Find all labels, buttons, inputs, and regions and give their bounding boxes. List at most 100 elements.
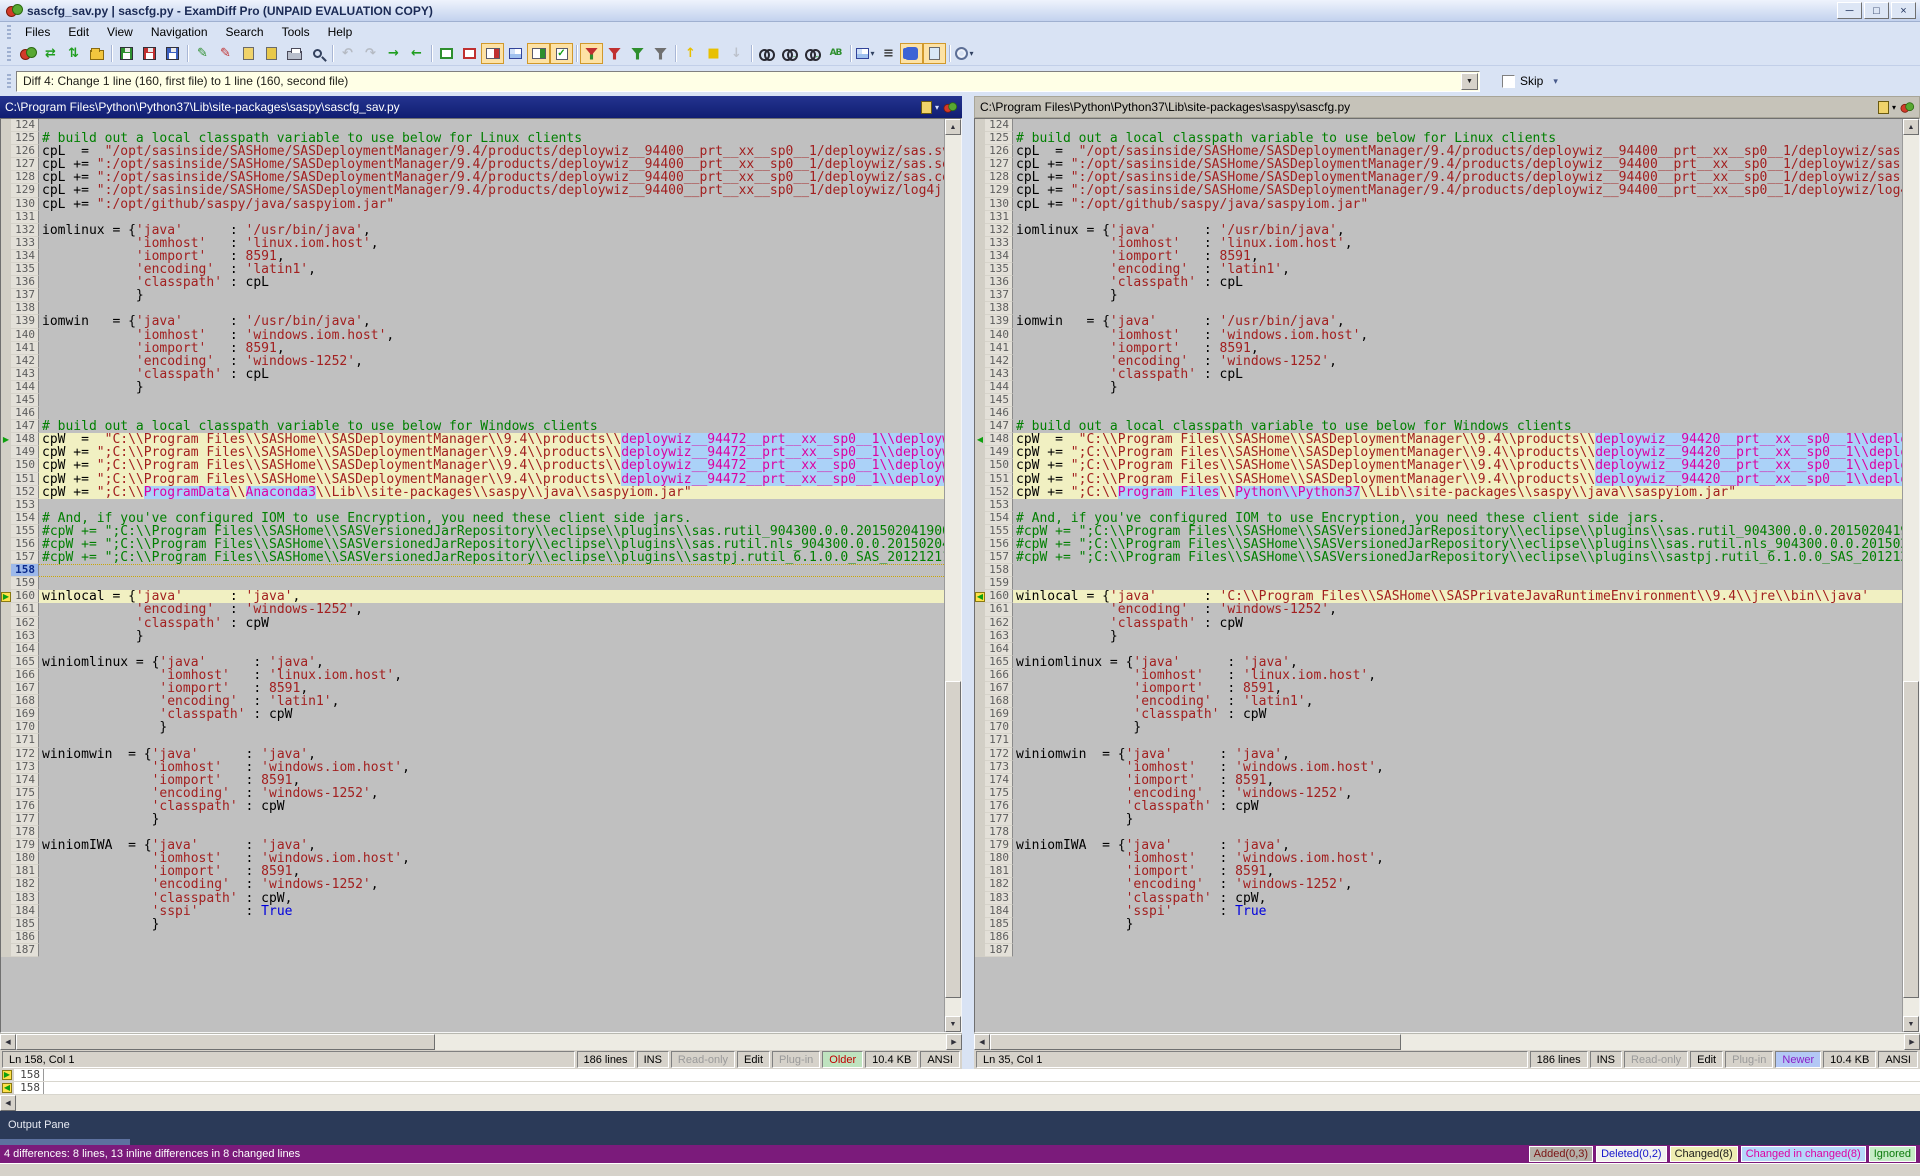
code-line-172[interactable]: 172winiomwin = {'java' : 'java', [1, 748, 944, 761]
code-line-129[interactable]: 129cpL += ":/opt/sasinside/SASHome/SASDe… [1, 184, 944, 197]
print-preview-button[interactable] [306, 43, 329, 64]
code-line-133[interactable]: 133 'iomhost' : 'linux.iom.host', [1, 237, 944, 250]
code-line-157[interactable]: 157#cpW += ";C:\\Program Files\\SASHome\… [975, 551, 1902, 564]
first-file-horizontal-scrollbar[interactable]: ◀ ▶ [0, 1033, 962, 1050]
scroll-left-icon[interactable]: ◀ [974, 1034, 990, 1050]
close-button[interactable]: × [1891, 2, 1916, 19]
match-case-button[interactable]: AB [824, 43, 847, 64]
code-line-174[interactable]: 174 'iomport' : 8591, [975, 774, 1902, 787]
code-line-165[interactable]: 165winiomlinux = {'java' : 'java', [1, 656, 944, 669]
code-line-181[interactable]: 181 'iomport' : 8591, [975, 865, 1902, 878]
current-difference-button[interactable]: ■ [702, 43, 725, 64]
scrollbar-thumb[interactable] [16, 1034, 435, 1050]
code-line-178[interactable]: 178 [975, 826, 1902, 839]
code-line-157[interactable]: 157#cpW += ";C:\\Program Files\\SASHome\… [1, 551, 944, 564]
code-line-176[interactable]: 176 'classpath' : cpW [1, 800, 944, 813]
output-pane-tab[interactable]: Output Pane [8, 1119, 70, 1131]
show-all-differences-button[interactable] [580, 43, 603, 64]
edit-first-file-button[interactable]: ✎ [191, 43, 214, 64]
code-line-173[interactable]: 173 'iomhost' : 'windows.iom.host', [975, 761, 1902, 774]
code-line-185[interactable]: 185 } [1, 918, 944, 931]
code-line-152[interactable]: 152cpW += ";C:\\ProgramData\\Anaconda3\\… [1, 486, 944, 499]
code-line-174[interactable]: 174 'iomport' : 8591, [1, 774, 944, 787]
code-line-137[interactable]: 137 } [975, 289, 1902, 302]
code-line-150[interactable]: 150cpW += ";C:\\Program Files\\SASHome\\… [1, 459, 944, 472]
split-horizontally-button[interactable] [504, 43, 527, 64]
menu-view[interactable]: View [98, 23, 142, 41]
compare-files-button[interactable] [16, 43, 39, 64]
synchronize-scrolling-button[interactable] [527, 43, 550, 64]
scroll-left-icon[interactable]: ◀ [0, 1095, 16, 1111]
code-line-155[interactable]: 155#cpW += ";C:\\Program Files\\SASHome\… [975, 525, 1902, 538]
code-line-179[interactable]: 179winiomIWA = {'java' : 'java', [1, 839, 944, 852]
code-line-149[interactable]: 149cpW += ";C:\\Program Files\\SASHome\\… [1, 446, 944, 459]
code-line-169[interactable]: 169 'classpath' : cpW [975, 708, 1902, 721]
code-line-175[interactable]: 175 'encoding' : 'windows-1252', [1, 787, 944, 800]
code-line-138[interactable]: 138 [975, 302, 1902, 315]
code-line-182[interactable]: 182 'encoding' : 'windows-1252', [975, 878, 1902, 891]
code-line-154[interactable]: 154# And, if you've configured IOM to us… [975, 512, 1902, 525]
code-line-142[interactable]: 142 'encoding' : 'windows-1252', [975, 355, 1902, 368]
menu-tools[interactable]: Tools [273, 23, 319, 41]
code-line-153[interactable]: 153 [975, 499, 1902, 512]
code-line-126[interactable]: 126cpL = "/opt/sasinside/SASHome/SASDepl… [1, 145, 944, 158]
second-file-path-header[interactable]: C:\Program Files\Python\Python37\Lib\sit… [974, 96, 1920, 118]
code-line-130[interactable]: 130cpL += ":/opt/github/saspy/java/saspy… [975, 198, 1902, 211]
save-both-files-button[interactable] [161, 43, 184, 64]
split-vertically-button[interactable] [481, 43, 504, 64]
second-file-horizontal-scrollbar[interactable]: ◀ ▶ [974, 1033, 1920, 1050]
code-line-136[interactable]: 136 'classpath' : cpL [1, 276, 944, 289]
scroll-right-icon[interactable]: ▶ [946, 1034, 962, 1050]
minimize-button[interactable]: ─ [1837, 2, 1862, 19]
code-line-138[interactable]: 138 [1, 302, 944, 315]
code-line-184[interactable]: 184 'sspi' : True [1, 905, 944, 918]
code-line-164[interactable]: 164 [975, 643, 1902, 656]
code-line-166[interactable]: 166 'iomhost' : 'linux.iom.host', [1, 669, 944, 682]
toolbar-grip[interactable] [7, 74, 11, 88]
code-line-143[interactable]: 143 'classpath' : cpL [1, 368, 944, 381]
code-line-173[interactable]: 173 'iomhost' : 'windows.iom.host', [1, 761, 944, 774]
window-resize-edge[interactable] [0, 1163, 1920, 1176]
code-line-181[interactable]: 181 'iomport' : 8591, [1, 865, 944, 878]
options-button[interactable]: ▾ [953, 43, 976, 64]
code-line-128[interactable]: 128cpL += ":/opt/sasinside/SASHome/SASDe… [1, 171, 944, 184]
code-line-171[interactable]: 171 [1, 734, 944, 747]
code-line-179[interactable]: 179winiomIWA = {'java' : 'java', [975, 839, 1902, 852]
skip-checkbox[interactable] [1502, 75, 1515, 88]
edit-second-file-button[interactable]: ✎ [214, 43, 237, 64]
code-line-156[interactable]: 156#cpW += ";C:\\Program Files\\SASHome\… [975, 538, 1902, 551]
code-line-146[interactable]: 146 [1, 407, 944, 420]
code-line-153[interactable]: 153 [1, 499, 944, 512]
code-line-133[interactable]: 133 'iomhost' : 'linux.iom.host', [975, 237, 1902, 250]
code-line-140[interactable]: 140 'iomhost' : 'windows.iom.host', [1, 329, 944, 342]
code-line-158[interactable]: 158 [1, 564, 944, 577]
code-line-172[interactable]: 172winiomwin = {'java' : 'java', [975, 748, 1902, 761]
code-line-150[interactable]: 150cpW += ";C:\\Program Files\\SASHome\\… [975, 459, 1902, 472]
code-line-147[interactable]: 147# build out a local classpath variabl… [975, 420, 1902, 433]
filter-options-button[interactable] [649, 43, 672, 64]
code-line-180[interactable]: 180 'iomhost' : 'windows.iom.host', [1, 852, 944, 865]
toolbar-grip[interactable] [7, 25, 11, 39]
line-inspector-row-first[interactable]: ▶158 [0, 1069, 1920, 1082]
code-line-151[interactable]: 151cpW += ";C:\\Program Files\\SASHome\\… [1, 473, 944, 486]
code-line-186[interactable]: 186 [1, 931, 944, 944]
code-line-162[interactable]: 162 'classpath' : cpW [1, 617, 944, 630]
menu-help[interactable]: Help [319, 23, 362, 41]
scroll-down-icon[interactable]: ▼ [945, 1016, 961, 1032]
diff-arrow-icon[interactable]: ◀ [975, 592, 985, 602]
code-line-155[interactable]: 155#cpW += ";C:\\Program Files\\SASHome\… [1, 525, 944, 538]
code-line-160[interactable]: ▶160winlocal = {'java' : 'java', [1, 590, 944, 603]
code-line-185[interactable]: 185 } [975, 918, 1902, 931]
code-line-144[interactable]: 144 } [975, 381, 1902, 394]
show-differences-only-button[interactable]: ✓ [550, 43, 573, 64]
code-line-154[interactable]: 154# And, if you've configured IOM to us… [1, 512, 944, 525]
code-line-125[interactable]: 125# build out a local classpath variabl… [1, 132, 944, 145]
code-line-159[interactable]: 159 [975, 577, 1902, 590]
code-line-146[interactable]: 146 [975, 407, 1902, 420]
code-line-164[interactable]: 164 [1, 643, 944, 656]
toolbar-grip[interactable] [7, 47, 11, 61]
code-line-180[interactable]: 180 'iomhost' : 'windows.iom.host', [975, 852, 1902, 865]
code-line-167[interactable]: 167 'iomport' : 8591, [975, 682, 1902, 695]
code-line-145[interactable]: 145 [1, 394, 944, 407]
chevron-down-icon[interactable]: ▾ [969, 49, 973, 58]
